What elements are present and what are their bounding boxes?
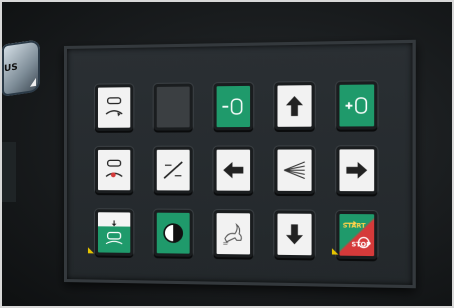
minus-tank-icon: [222, 86, 250, 127]
sensor-tank-button[interactable]: [94, 209, 134, 256]
left-housing-edge: [2, 142, 16, 202]
arrow-up-icon: [285, 96, 304, 117]
cycle-record-icon: [98, 150, 130, 190]
arrow-up-button[interactable]: [274, 82, 315, 130]
yellow-corner-indicator-right: [331, 248, 339, 255]
hare-icon: [217, 213, 250, 254]
triangle-indicator-icon: [30, 77, 36, 87]
stop-label: STOP: [351, 241, 371, 249]
start-stop-button[interactable]: START STOP: [336, 210, 378, 260]
start-label: START: [342, 222, 366, 230]
cycle-arrow-button[interactable]: [94, 84, 134, 131]
yellow-corner-indicator-left: [87, 247, 94, 254]
record-cycle-button[interactable]: [94, 146, 134, 194]
machine-console: US START STOP: [0, 0, 454, 308]
left-toggle-control[interactable]: US: [2, 39, 40, 97]
half-circle-icon: [157, 213, 190, 254]
arrow-right-icon: [346, 161, 368, 179]
increase-tank-button[interactable]: [336, 81, 378, 130]
arrow-left-icon: [223, 161, 244, 179]
decrease-tank-button[interactable]: [213, 82, 254, 131]
start-stop-icon: [339, 220, 374, 256]
arrow-down-button[interactable]: [274, 210, 315, 259]
button-panel: START STOP: [64, 39, 416, 289]
plus-tank-icon: [345, 84, 374, 126]
arrow-down-icon: [285, 224, 304, 245]
cycle-arrow-icon: [98, 87, 130, 128]
half-circle-button[interactable]: [153, 209, 193, 257]
spray-pattern-button[interactable]: [274, 146, 315, 195]
arrow-left-button[interactable]: [213, 146, 254, 194]
diagonal-lines-button[interactable]: [153, 146, 193, 194]
sensor-tank-icon: [98, 212, 130, 253]
blank-button[interactable]: [153, 83, 193, 131]
left-toggle-label: US: [4, 62, 18, 75]
arrow-right-button[interactable]: [336, 146, 378, 195]
spray-lines-icon: [277, 149, 311, 190]
diagonal-lines-icon: [157, 150, 190, 191]
hare-speed-button[interactable]: [213, 210, 254, 258]
